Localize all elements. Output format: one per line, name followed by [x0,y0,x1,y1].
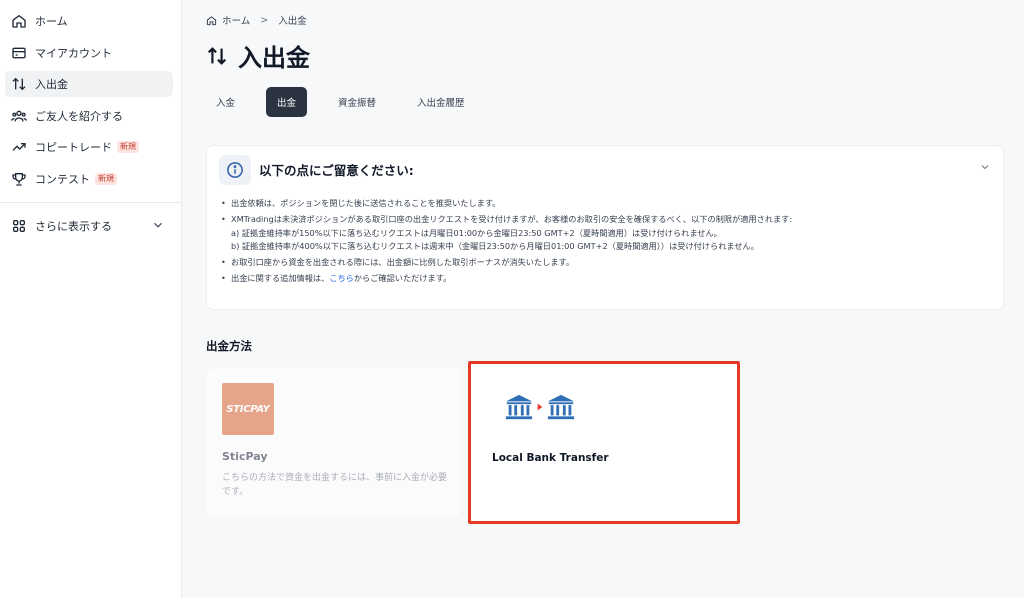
withdrawal-methods-title: 出金方法 [206,339,252,353]
bank-transfer-logo [504,392,576,422]
notice-item: XMTradingは未決済ポジションがある取引口座の出金リクエストを受け付けます… [221,213,792,254]
notice-item: 出金依頼は、ポジションを閉じた後に送信されることを推奨いたします。 [221,197,792,211]
sidebar-item-label: マイアカウント [35,46,112,60]
chevron-down-icon[interactable] [979,161,991,173]
bank-icon [547,394,575,420]
method-name: Local Bank Transfer [492,452,609,464]
sidebar-item-label: ご友人を紹介する [35,109,123,123]
sidebar-item-copy-trade[interactable]: コピートレード 新規 [5,134,173,160]
notice-subitem-a: a) 証拠金維持率が150%以下に落ち込むリクエストは月曜日01:00から金曜日… [231,227,722,238]
new-badge: 新規 [117,141,139,154]
tab-withdrawal[interactable]: 出金 [266,87,308,117]
method-name: SticPay [222,450,268,463]
breadcrumb-separator: > [260,14,269,26]
sidebar: ホーム マイアカウント 入出金 ご友人を紹介する コピートレード 新規 コンテス… [0,0,182,598]
tab-fund-transfer[interactable]: 資金振替 [328,87,386,117]
breadcrumb: ホーム > 入出金 [206,13,307,27]
transfer-arrows-icon [11,76,27,92]
transfer-arrows-icon [207,46,227,65]
notice-title: 以下の点にご留意ください: [259,163,414,178]
sidebar-item-contest[interactable]: コンテスト 新規 [5,166,173,192]
arrow-right-icon [537,403,543,411]
sidebar-item-my-account[interactable]: マイアカウント [5,40,173,66]
sidebar-item-show-more[interactable]: さらに表示する [5,213,173,239]
home-icon [11,13,27,29]
notice-item-text: からご確認いただけます。 [353,273,452,283]
method-card-local-bank-transfer[interactable]: Local Bank Transfer [468,361,740,524]
main-content: ホーム > 入出金 入出金 入金 出金 資金振替 入出金履歴 以下の点にご留意く… [182,0,1024,598]
page-title: 入出金 [206,38,310,73]
home-icon [206,15,217,25]
chevron-down-icon [154,222,162,228]
new-badge: 新規 [95,172,117,185]
tab-history[interactable]: 入出金履歴 [407,87,475,117]
info-icon [227,162,243,178]
notice-item: お取引口座から資金を出金される際には、出金額に比例した取引ボーナスが消失いたしま… [221,256,792,270]
sidebar-item-label: さらに表示する [35,219,112,233]
sidebar-item-label: ホーム [35,15,68,28]
card-icon [11,45,27,61]
tab-deposit[interactable]: 入金 [206,87,245,117]
sidebar-item-home[interactable]: ホーム [5,8,173,34]
notice-item-text: 出金に関する追加情報は、 [231,273,330,283]
sidebar-item-deposit-withdrawal[interactable]: 入出金 [5,71,173,98]
breadcrumb-home[interactable]: ホーム [222,13,250,27]
notice-panel: 以下の点にご留意ください: 出金依頼は、ポジションを閉じた後に送信されることを推… [206,145,1004,310]
sidebar-divider [0,201,181,203]
notice-list: 出金依頼は、ポジションを閉じた後に送信されることを推奨いたします。 XMTrad… [221,197,792,288]
users-icon [11,108,27,124]
sticpay-logo: STICPAY [222,383,274,435]
sidebar-item-label: コンテスト [35,172,90,186]
info-link[interactable]: こちら [329,273,354,283]
bank-icon [505,394,533,420]
grid-icon [11,218,27,234]
method-card-sticpay[interactable]: STICPAY SticPay こちらの方法で資金を出金するには、事前に入金が必… [206,369,460,517]
notice-item-text: XMTradingは未決済ポジションがある取引口座の出金リクエストを受け付けます… [231,214,793,224]
tab-bar: 入金 出金 資金振替 入出金履歴 [206,87,496,117]
notice-subitem-b: b) 証拠金維持率が400%以下に落ち込むリクエストは週末中（金曜日23:50か… [231,241,759,251]
trend-up-icon [11,139,27,155]
notice-item: 出金に関する追加情報は、こちらからご確認いただけます。 [221,272,792,286]
sidebar-item-label: コピートレード [35,141,112,155]
info-icon-box [219,155,251,185]
sidebar-item-refer-friend[interactable]: ご友人を紹介する [5,103,173,129]
sidebar-item-label: 入出金 [35,78,68,92]
breadcrumb-current: 入出金 [278,16,307,27]
page-title-text: 入出金 [238,44,310,72]
trophy-icon [11,171,27,187]
method-description: こちらの方法で資金を出金するには、事前に入金が必要です。 [222,473,448,497]
